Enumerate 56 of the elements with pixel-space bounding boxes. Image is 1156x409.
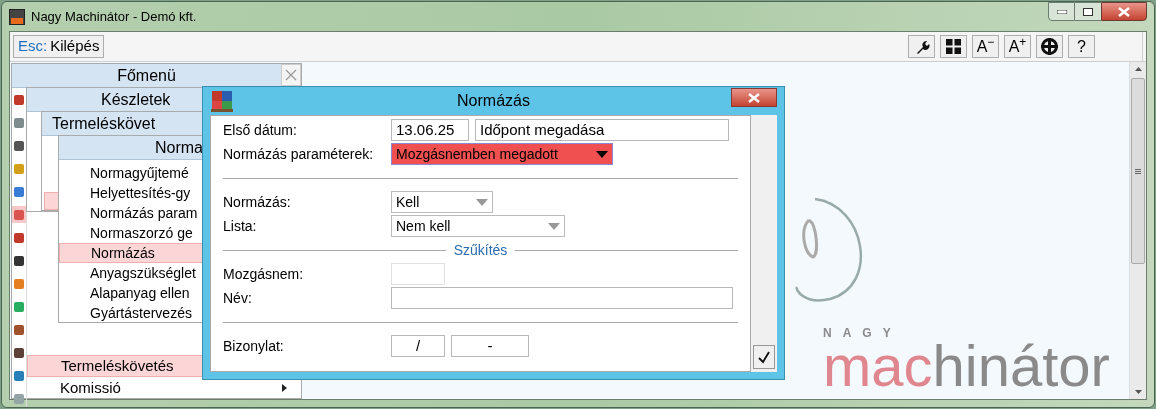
field-label: Normázás: — [223, 192, 292, 212]
dropdown[interactable]: Kell — [391, 191, 493, 213]
logo: machinátor — [823, 337, 1110, 395]
menu-icon[interactable] — [13, 93, 25, 106]
minimize-icon — [1056, 9, 1067, 14]
menu-icon[interactable] — [13, 346, 25, 359]
scrollbar-thumb[interactable] — [1131, 78, 1145, 264]
grip-icon — [1135, 168, 1141, 174]
close-button[interactable] — [1101, 2, 1147, 21]
scroll-down-icon — [1134, 390, 1142, 394]
text-field[interactable]: - — [451, 335, 529, 357]
dropdown[interactable]: Nem kell — [391, 215, 565, 237]
toolbar-button[interactable]: A$^{+}$ — [1004, 35, 1031, 58]
close-button[interactable] — [731, 88, 777, 107]
text-field[interactable]: Időpont megadása — [475, 119, 729, 141]
close-icon — [285, 69, 297, 81]
pallet-icon — [210, 89, 234, 113]
menu-icon[interactable] — [13, 254, 25, 267]
grid-button[interactable] — [940, 35, 967, 58]
text-field[interactable]: / — [391, 335, 445, 357]
maximize-button[interactable] — [1075, 2, 1101, 21]
menu-item[interactable]: Komissió — [27, 377, 301, 399]
field-label: Lista: — [223, 216, 258, 236]
dialog-title: Normázás — [457, 91, 530, 111]
submenu-arrow-icon — [282, 384, 287, 392]
lifebuoy-icon — [1041, 38, 1058, 55]
dropdown-arrow-icon — [548, 222, 560, 230]
menu-icon[interactable] — [13, 139, 25, 152]
toolbar-button[interactable]: A$^{−}$ — [972, 35, 999, 58]
scrollbar[interactable] — [1129, 62, 1146, 399]
text-field[interactable]: 13.06.25 — [391, 119, 469, 141]
window-title: Nagy Machinátor - Demó kft. — [31, 7, 197, 26]
dropdown[interactable]: Mozgásnemben megadott — [391, 143, 613, 165]
field-label: Mozgásnem: — [223, 264, 305, 284]
menu-icon[interactable] — [13, 323, 25, 336]
checkmark-icon — [757, 350, 771, 364]
field-label: Bizonylat: — [223, 336, 285, 356]
app-logo-icon — [9, 8, 25, 25]
close-icon — [748, 92, 760, 103]
field-label: Név: — [223, 288, 253, 308]
section-title: Szűkítés — [453, 240, 508, 260]
dropdown-arrow-icon — [596, 150, 608, 158]
grid-icon — [946, 39, 961, 54]
exit-button[interactable]: Esc: Kilépés — [13, 35, 105, 58]
maximize-icon — [1083, 7, 1093, 16]
logo-tagline: NAGY — [823, 327, 903, 339]
wrench-button[interactable] — [908, 35, 935, 58]
text-field[interactable] — [391, 287, 733, 309]
scroll-up-icon — [1134, 67, 1142, 71]
lifebuoy-button[interactable] — [1036, 35, 1063, 58]
minimize-button[interactable] — [1048, 2, 1075, 21]
dropdown-arrow-icon — [476, 198, 488, 206]
menu-icon[interactable] — [13, 231, 25, 244]
confirm-button[interactable] — [753, 345, 775, 369]
toolbar-button[interactable]: ? — [1068, 35, 1095, 58]
close-icon — [1118, 6, 1130, 17]
